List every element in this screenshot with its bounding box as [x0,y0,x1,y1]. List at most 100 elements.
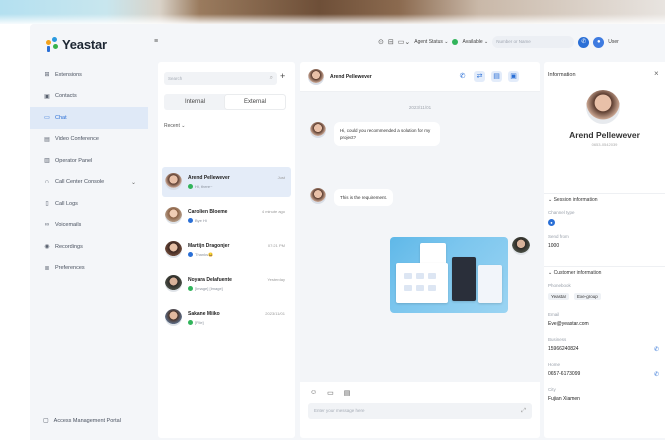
help-icon[interactable]: ⊙ [378,38,384,46]
info-panel: Information × Arend Pellewever 0653-0542… [544,62,665,438]
access-management-portal-link[interactable]: ▢ Access Management Portal [43,417,121,425]
sidebar-item-call-logs[interactable]: ▯ Call Logs [30,193,148,215]
sidebar-item-recordings[interactable]: ◉ Recordings [30,236,148,258]
availability-dropdown[interactable]: Available ⌄ [462,39,488,45]
sidebar-item-call-center-console[interactable]: ∩ Call Center Console ⌄ [30,172,148,194]
top-bar-controls: ⊙ ⊟ ▭⌄ Agent Status ⌄ Available ⌄ Number… [378,36,619,48]
call-business-icon[interactable]: ✆ [654,346,659,353]
message-bubble: This is the requirement. [334,189,394,206]
channel-label: Channel type [548,210,575,215]
chevron-down-icon[interactable]: ⌄ [131,179,136,186]
calllogs-icon: ▯ [45,201,49,208]
list-item[interactable]: Martijn Dragonjer 07:21 PM Thanks😀 [162,235,291,265]
sidebar-item-label: Voicemails [55,222,82,229]
list-item[interactable]: Noyara Delafuente Yesterday [Image] [Ima… [162,269,291,299]
footer-link-label: Access Management Portal [53,417,121,424]
sidebar-item-video-conference[interactable]: ▤ Video Conference [30,129,148,151]
sidebar-item-label: Operator Panel [55,157,93,164]
user-avatar[interactable]: ● [593,36,605,48]
folder-icon[interactable]: ▭ [327,389,334,397]
conversation-name: Noyara Delafuente [188,277,232,283]
send-icon[interactable]: ⤢ [521,403,526,419]
close-icon[interactable]: × [654,69,659,78]
desk-phone-icon[interactable]: ▭⌄ [398,38,410,46]
conversation-preview: [File] [188,320,204,325]
city-value: Fujian Xiamen [548,396,580,402]
transfer-icon[interactable]: ⇄ [474,71,485,82]
conversation-name: Martijn Dragonjer [188,243,230,249]
recordings-icon: ◉ [44,244,50,251]
conversation-search-input[interactable]: Search ⌕ [164,72,277,85]
section-title: Session information [553,197,598,203]
headset-icon: ∩ [44,179,50,186]
avatar [165,275,182,292]
chat-channel-icon: ● [548,219,555,226]
new-chat-icon[interactable]: + [280,71,285,81]
message-input[interactable]: Enter your message here ⤢ [308,403,532,419]
available-status-icon [452,39,459,45]
sidebar-item-label: Video Conference [55,136,99,143]
sidebar-item-label: Preferences [55,265,85,272]
avatar [165,309,182,326]
list-item[interactable]: Arend Pellewever Just Hi, there~ [162,167,291,197]
sidebar: Yeastar ⊞ Extensions ▣ Contacts ▭ Chat ▤ Vid… [30,24,148,440]
top-bar: ≡ ⊙ ⊟ ▭⌄ Agent Status ⌄ Available ⌄ Numb… [148,24,665,60]
conversation-time: Just [277,175,285,180]
channel-icon [188,252,193,257]
close-chat-icon[interactable]: ▣ [508,71,519,82]
background-photo [0,0,665,24]
search-icon: ⌕ [269,75,273,81]
channel-icon [188,184,193,189]
sidebar-item-label: Contacts [55,93,77,100]
channel-icon [188,286,193,291]
conversation-list: Search ⌕ + Internal External Recent ⌄ Ar… [158,62,295,438]
date-separator: 2023/11/01 [408,105,432,110]
search-placeholder: Search [168,76,183,81]
dial-search-input[interactable]: Number or Name [492,36,575,48]
list-item[interactable]: Carolien Bloeme 4 minute ago Bye Hi [162,201,291,231]
sidebar-item-chat[interactable]: ▭ Chat [30,107,148,129]
phonebook-label: Phonebook [548,283,571,288]
tab-external[interactable]: External [225,95,285,109]
image-message[interactable] [390,237,508,313]
emoji-icon[interactable]: ☺ [310,389,317,397]
logo-text: Yeastar [62,36,107,52]
customer-information-section[interactable]: ⌄ Customer information [544,266,665,278]
note-icon[interactable]: ▤ [491,71,502,82]
sidebar-item-extensions[interactable]: ⊞ Extensions [30,64,148,86]
menu-toggle-icon[interactable]: ≡ [154,38,158,45]
avatar [310,122,326,138]
portal-icon: ▢ [43,418,49,424]
quick-reply-icon[interactable]: ▤ [344,389,351,397]
sidebar-item-operator-panel[interactable]: ▥ Operator Panel [30,150,148,172]
call-home-icon[interactable]: ✆ [654,371,659,378]
city-label: City [548,387,556,392]
recent-filter-dropdown[interactable]: Recent ⌄ [164,123,185,129]
calendar-icon[interactable]: ⊟ [388,38,394,46]
tab-internal[interactable]: Internal [165,95,225,109]
phonebook-tag: Yeastar [548,293,570,300]
sidebar-nav: ⊞ Extensions ▣ Contacts ▭ Chat ▤ Video Confe… [30,64,148,279]
conversation-name: Carolien Bloeme [188,209,228,215]
preview-text: Hi, there~ [195,184,213,189]
message-placeholder: Enter your message here [314,408,365,413]
conversation-preview: Thanks😀 [188,252,213,257]
agent-status-dropdown[interactable]: Agent Status ⌄ [414,39,448,45]
logo[interactable]: Yeastar [44,36,107,52]
message-bubble: Hi, could you recommended a solution for… [334,122,440,146]
dial-phone-icon[interactable]: ✆ [578,36,590,48]
avatar[interactable] [308,69,324,85]
avatar [310,188,326,204]
send-from-value: 1000 [548,243,560,249]
sidebar-item-contacts[interactable]: ▣ Contacts [30,86,148,108]
user-label[interactable]: User [608,39,619,45]
sidebar-item-preferences[interactable]: ≣ Preferences [30,258,148,280]
conversation-time: 2023/11/01 [265,311,285,316]
conversation-name: Arend Pellewever [188,175,230,181]
phone-icon[interactable]: ✆ [457,71,468,82]
sidebar-item-voicemails[interactable]: ∞ Voicemails [30,215,148,237]
list-item[interactable]: Sakane Miiko 2023/11/01 [File] [162,303,291,333]
session-information-section[interactable]: ⌄ Session information [544,193,665,205]
conversation-preview: Bye Hi [188,218,207,223]
chat-contact-name: Arend Pellewever [330,74,372,80]
